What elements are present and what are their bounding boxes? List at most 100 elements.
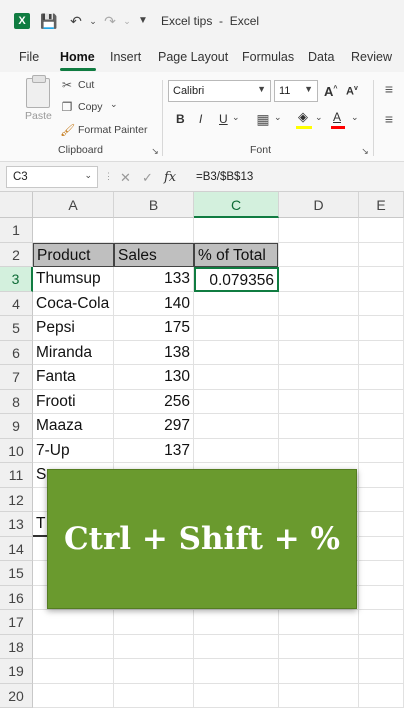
column-header-a[interactable]: A — [33, 192, 114, 218]
tab-home[interactable]: Home — [60, 50, 95, 64]
grid-cell[interactable] — [359, 634, 404, 659]
grid-cell[interactable] — [279, 683, 359, 708]
cell-b5[interactable]: 175 — [114, 316, 194, 341]
increase-font-size-icon[interactable]: A^ — [324, 84, 337, 99]
cell-c2[interactable]: % of Total — [194, 242, 278, 267]
row-header-20[interactable]: 20 — [0, 683, 33, 708]
clipboard-launcher-icon[interactable]: ↘ — [148, 144, 162, 158]
grid-cell[interactable] — [279, 267, 359, 292]
font-size-select[interactable]: 11 ▼ — [274, 80, 318, 102]
borders-icon[interactable]: ▦ — [256, 112, 270, 126]
grid-cell[interactable] — [359, 463, 404, 488]
grid-cell[interactable] — [279, 242, 359, 267]
cut-button[interactable]: Cut — [78, 79, 94, 91]
tab-file[interactable]: File — [19, 50, 39, 64]
bold-button[interactable]: B — [176, 112, 185, 126]
cell-b2[interactable]: Sales — [114, 242, 194, 267]
cell-b9[interactable]: 297 — [114, 414, 194, 439]
align-top-icon[interactable]: ≡ — [382, 82, 396, 96]
grid-cell[interactable] — [114, 659, 194, 684]
cell-b10[interactable]: 137 — [114, 438, 194, 463]
fill-color-dropdown-icon[interactable]: ⌄ — [315, 112, 323, 123]
row-header-13[interactable]: 13 — [0, 512, 33, 537]
borders-dropdown-icon[interactable]: ⌄ — [274, 112, 282, 123]
grid-cell[interactable] — [194, 389, 279, 414]
decrease-font-size-icon[interactable]: Av — [346, 85, 358, 98]
grid-cell[interactable] — [279, 365, 359, 390]
cell-a2[interactable]: Product — [33, 242, 114, 267]
cell-c3-active[interactable]: 0.079356 — [194, 267, 279, 292]
font-color-dropdown-icon[interactable]: ⌄ — [351, 112, 359, 123]
row-header-8[interactable]: 8 — [0, 389, 33, 414]
redo-icon[interactable]: ↷ — [101, 12, 119, 30]
undo-icon[interactable]: ↶ — [67, 12, 85, 30]
tab-review[interactable]: Review — [351, 50, 392, 64]
column-header-d[interactable]: D — [279, 192, 359, 218]
row-header-4[interactable]: 4 — [0, 291, 33, 316]
cancel-icon[interactable]: ✕ — [120, 170, 131, 186]
name-box-dropdown-icon[interactable]: ⌄ — [84, 170, 92, 181]
grid-cell[interactable] — [279, 634, 359, 659]
grid-cell[interactable] — [194, 340, 279, 365]
grid-cell[interactable] — [359, 438, 404, 463]
grid-cell[interactable] — [194, 634, 279, 659]
paste-icon[interactable] — [26, 75, 50, 108]
underline-button[interactable]: U — [219, 112, 228, 126]
grid-cell[interactable] — [194, 414, 279, 439]
row-header-6[interactable]: 6 — [0, 340, 33, 365]
tab-insert[interactable]: Insert — [110, 50, 141, 64]
grid-cell[interactable] — [114, 610, 194, 635]
grid-cell[interactable] — [359, 267, 404, 292]
grid-cell[interactable] — [33, 659, 114, 684]
row-header-9[interactable]: 9 — [0, 414, 33, 439]
grid-cell[interactable] — [359, 610, 404, 635]
row-header-14[interactable]: 14 — [0, 536, 33, 561]
grid-cell[interactable] — [194, 218, 279, 243]
grid-cell[interactable] — [114, 683, 194, 708]
grid-cell[interactable] — [33, 610, 114, 635]
copy-icon[interactable]: ❐ — [60, 100, 74, 114]
paste-button[interactable]: Paste — [25, 110, 52, 122]
grid-cell[interactable] — [359, 487, 404, 512]
format-painter-icon[interactable]: 🖌 — [60, 123, 75, 137]
grid-cell[interactable] — [33, 634, 114, 659]
grid-cell[interactable] — [359, 365, 404, 390]
font-launcher-icon[interactable]: ↘ — [358, 144, 372, 158]
grid-cell[interactable] — [194, 365, 279, 390]
cell-a3[interactable]: Thumsup — [33, 267, 114, 292]
cell-b7[interactable]: 130 — [114, 365, 194, 390]
row-header-19[interactable]: 19 — [0, 659, 33, 684]
grid-cell[interactable] — [279, 291, 359, 316]
cell-a8[interactable]: Frooti — [33, 389, 114, 414]
italic-button[interactable]: I — [199, 112, 202, 126]
grid-cell[interactable] — [359, 683, 404, 708]
grid-cell[interactable] — [359, 291, 404, 316]
tab-page-layout[interactable]: Page Layout — [158, 50, 228, 64]
row-header-17[interactable]: 17 — [0, 610, 33, 635]
cell-b6[interactable]: 138 — [114, 340, 194, 365]
grid-cell[interactable] — [359, 218, 404, 243]
cell-b4[interactable]: 140 — [114, 291, 194, 316]
grid-cell[interactable] — [194, 659, 279, 684]
grid-cell[interactable] — [33, 218, 114, 243]
grid-cell[interactable] — [359, 585, 404, 610]
grid-cell[interactable] — [359, 414, 404, 439]
save-icon[interactable]: 💾 — [40, 12, 58, 30]
font-name-select[interactable]: Calibri ▼ — [168, 80, 271, 102]
more-options-icon[interactable]: ⋮ — [104, 171, 113, 182]
customize-toolbar-icon[interactable]: ▼ — [134, 12, 152, 30]
grid-cell[interactable] — [359, 659, 404, 684]
undo-dropdown-icon[interactable]: ⌄ — [84, 12, 102, 30]
grid-cell[interactable] — [359, 561, 404, 586]
column-header-e[interactable]: E — [359, 192, 404, 218]
grid-cell[interactable] — [194, 610, 279, 635]
grid-cell[interactable] — [359, 316, 404, 341]
row-header-18[interactable]: 18 — [0, 634, 33, 659]
enter-icon[interactable]: ✓ — [142, 170, 153, 186]
row-header-5[interactable]: 5 — [0, 316, 33, 341]
row-header-10[interactable]: 10 — [0, 438, 33, 463]
copy-button[interactable]: Copy — [78, 101, 103, 113]
row-header-2[interactable]: 2 — [0, 242, 33, 267]
underline-dropdown-icon[interactable]: ⌄ — [232, 112, 240, 123]
insert-function-icon[interactable]: fx — [164, 170, 176, 185]
